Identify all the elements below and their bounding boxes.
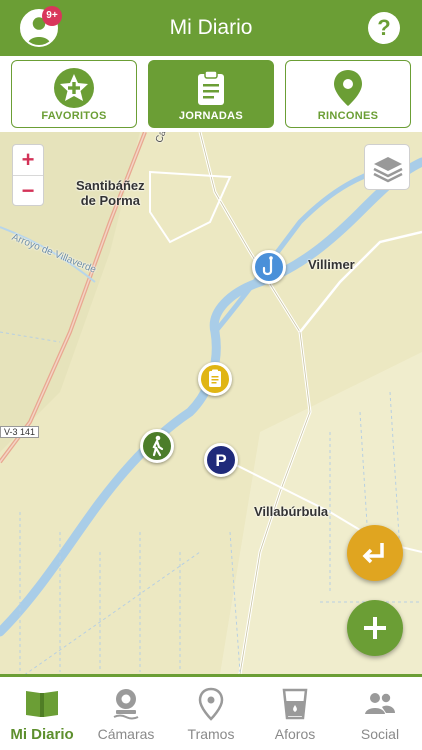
marker-parking[interactable]: P bbox=[204, 443, 238, 477]
parking-icon: P bbox=[215, 451, 226, 470]
plus-icon bbox=[364, 617, 386, 639]
tab-favoritos[interactable]: FAVORITOS bbox=[11, 60, 137, 128]
clipboard-icon bbox=[209, 369, 221, 387]
zoom-out-button[interactable]: − bbox=[13, 176, 43, 207]
nav-label: Tramos bbox=[187, 726, 235, 742]
book-icon bbox=[26, 691, 58, 717]
road-tag: V-3 141 bbox=[0, 426, 40, 438]
layers-button[interactable] bbox=[364, 144, 410, 190]
page-title: Mi Diario bbox=[169, 16, 253, 39]
layers-icon bbox=[373, 157, 403, 183]
return-arrow-icon bbox=[362, 543, 384, 564]
return-button[interactable] bbox=[347, 525, 403, 581]
top-bar: 9+ Mi Diario ? bbox=[0, 0, 422, 56]
marker-jornada[interactable] bbox=[198, 362, 232, 396]
zoom-control: + − bbox=[12, 144, 44, 206]
gauge-glass-icon bbox=[282, 688, 308, 720]
clipboard-icon bbox=[198, 70, 224, 105]
tab-rincones-label: RINCONES bbox=[317, 110, 379, 122]
nav-label: Social bbox=[360, 726, 400, 742]
add-button[interactable] bbox=[347, 600, 403, 656]
map-base-layer bbox=[0, 132, 422, 674]
map-label-villimer: Villimer bbox=[308, 257, 355, 272]
people-icon bbox=[365, 693, 395, 714]
camera-icon bbox=[113, 689, 139, 720]
nav-label: Cámaras bbox=[97, 726, 155, 742]
map-label-villaburbula: Villabúrbula bbox=[254, 504, 329, 519]
tab-favoritos-label: FAVORITOS bbox=[41, 110, 107, 122]
nav-camaras[interactable]: Cámaras bbox=[84, 677, 168, 750]
svg-text:P: P bbox=[215, 451, 226, 470]
tab-jornadas[interactable]: JORNADAS bbox=[148, 60, 274, 128]
marker-fishing[interactable] bbox=[252, 250, 286, 284]
help-button[interactable]: ? bbox=[368, 12, 400, 44]
tab-rincones[interactable]: RINCONES bbox=[285, 60, 411, 128]
marker-hiking[interactable] bbox=[140, 429, 174, 463]
nav-mi-diario[interactable]: Mi Diario bbox=[0, 677, 84, 750]
tab-jornadas-label: JORNADAS bbox=[178, 110, 244, 122]
star-plus-icon bbox=[54, 68, 94, 108]
fishing-hook-icon bbox=[262, 256, 273, 276]
nav-tramos[interactable]: Tramos bbox=[169, 677, 253, 750]
map-view[interactable]: + − Santibáñez de Porma Villimer Villabú… bbox=[0, 132, 422, 674]
zoom-in-button[interactable]: + bbox=[13, 145, 43, 176]
bottom-nav: Mi Diario Cámaras Tramos Aforos Social bbox=[0, 674, 422, 750]
map-pin-icon bbox=[334, 70, 362, 106]
nav-label: Aforos bbox=[274, 726, 316, 742]
map-label-santibanez: Santibáñez de Porma bbox=[76, 178, 145, 208]
section-tabs: FAVORITOS JORNADAS RINCONES bbox=[0, 56, 422, 132]
nav-label: Mi Diario bbox=[10, 726, 74, 743]
hiker-icon bbox=[152, 435, 164, 457]
nav-aforos[interactable]: Aforos bbox=[253, 677, 337, 750]
nav-social[interactable]: Social bbox=[338, 677, 422, 750]
map-pin-icon bbox=[198, 687, 224, 721]
